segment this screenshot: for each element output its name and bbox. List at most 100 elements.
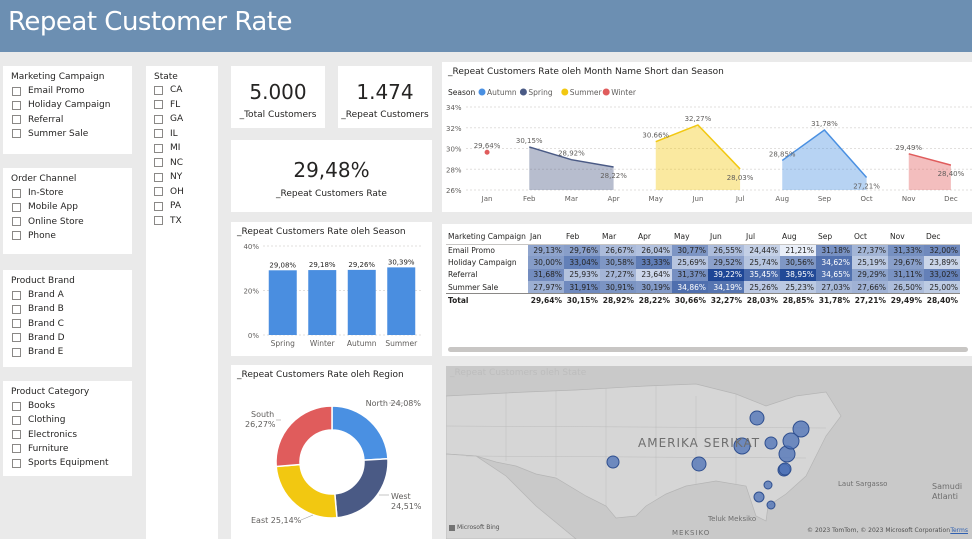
checkbox-icon[interactable] — [12, 304, 21, 314]
checkbox-icon[interactable] — [154, 129, 163, 138]
checkbox-icon[interactable] — [12, 231, 21, 241]
checkbox-icon[interactable] — [154, 114, 163, 124]
slicer-option[interactable]: Holiday Campaign — [12, 100, 110, 110]
state-map[interactable]: _Repeat Customers oleh State AMERIKA SER… — [446, 366, 972, 539]
slicer-option[interactable]: PA — [154, 201, 181, 211]
slicer-option[interactable]: Brand C — [12, 319, 64, 329]
slicer-option[interactable]: CA — [154, 85, 182, 95]
legend-item[interactable]: Winter — [611, 88, 637, 97]
slicer-option[interactable]: Summer Sale — [12, 129, 88, 139]
checkbox-icon[interactable] — [12, 290, 21, 300]
matrix-row[interactable]: Email Promo 29,13% 29,76% 26,67% 26,04% 30,77… — [446, 244, 960, 257]
slicer-option[interactable]: Sports Equipment — [12, 458, 109, 468]
slicer-option[interactable]: Mobile App — [12, 202, 78, 212]
bing-logo: Microsoft Bing — [449, 524, 500, 531]
x-tick-label: Oct — [861, 195, 873, 203]
matrix-row[interactable]: Referral 31,68% 25,93% 27,27% 23,64% 31,37% 39… — [446, 268, 960, 282]
matrix-column-header[interactable]: Sep — [816, 230, 852, 245]
slicer-option[interactable]: OH — [154, 187, 184, 197]
checkbox-icon[interactable] — [12, 458, 21, 468]
matrix-column-header[interactable]: May — [672, 230, 708, 245]
matrix-column-header[interactable]: Nov — [888, 230, 924, 245]
bar[interactable] — [308, 270, 337, 335]
matrix-column-header[interactable]: Mar — [600, 230, 636, 245]
map-terms-link[interactable]: Terms — [950, 527, 968, 534]
slicer-option[interactable]: Referral — [12, 115, 63, 125]
matrix-column-header[interactable]: Oct — [852, 230, 888, 245]
slicer-option[interactable]: MI — [154, 143, 180, 153]
matrix-cell: 27,66% — [852, 281, 888, 294]
slicer-option[interactable]: Brand B — [12, 304, 64, 314]
checkbox-icon[interactable] — [154, 143, 163, 153]
donut-slice[interactable] — [334, 457, 389, 519]
matrix-column-header[interactable]: Marketing Campaign — [446, 230, 528, 245]
checkbox-icon[interactable] — [12, 202, 21, 212]
matrix-column-header[interactable]: Jun — [708, 230, 744, 245]
matrix-column-header[interactable]: Apr — [636, 230, 672, 245]
bar[interactable] — [347, 269, 376, 335]
checkbox-icon[interactable] — [154, 216, 163, 225]
checkbox-icon[interactable] — [154, 201, 163, 211]
slicer-option[interactable]: Brand D — [12, 333, 65, 343]
slicer-option[interactable]: Furniture — [12, 444, 68, 454]
slicer-option[interactable]: IL — [154, 129, 178, 139]
legend-item[interactable]: Autumn — [487, 88, 517, 97]
slicer-option[interactable]: GA — [154, 114, 183, 124]
matrix-row[interactable]: Summer Sale 27,97% 31,91% 30,91% 30,19% 34,86… — [446, 281, 960, 294]
series-area[interactable] — [782, 130, 867, 190]
checkbox-icon[interactable] — [12, 444, 21, 454]
checkbox-icon[interactable] — [12, 129, 21, 139]
checkbox-icon[interactable] — [12, 319, 21, 329]
matrix-column-header[interactable]: Jan — [528, 230, 564, 245]
checkbox-icon[interactable] — [12, 86, 21, 96]
donut-slice[interactable] — [275, 463, 338, 519]
checkbox-icon[interactable] — [12, 401, 21, 411]
slicer-option[interactable]: Electronics — [12, 430, 77, 440]
checkbox-icon[interactable] — [154, 85, 163, 95]
bar[interactable] — [387, 267, 416, 335]
slicer-option[interactable]: FL — [154, 100, 180, 110]
horizontal-scrollbar[interactable] — [448, 347, 968, 352]
matrix-total-row: Total 29,64% 30,15% 28,92% 28,22% 30,66% 32,27… — [446, 293, 960, 306]
checkbox-icon[interactable] — [154, 158, 163, 167]
matrix-column-header[interactable]: Feb — [564, 230, 600, 245]
checkbox-icon[interactable] — [12, 430, 21, 440]
slicer-option[interactable]: Email Promo — [12, 86, 84, 96]
checkbox-icon[interactable] — [12, 100, 21, 110]
slicer-option[interactable]: Books — [12, 401, 55, 411]
slicer-option[interactable]: Online Store — [12, 217, 84, 227]
slicer-title: Marketing Campaign — [11, 72, 105, 82]
matrix-column-header[interactable]: Aug — [780, 230, 816, 245]
checkbox-icon[interactable] — [12, 217, 21, 227]
legend-marker — [602, 88, 610, 96]
matrix-row[interactable]: Holiday Campaign 30,00% 33,04% 30,58% 33,33%… — [446, 256, 960, 269]
slicer-option[interactable]: Phone — [12, 231, 56, 241]
checkbox-icon[interactable] — [12, 347, 21, 357]
slicer-option[interactable]: NC — [154, 158, 183, 168]
checkbox-icon[interactable] — [12, 333, 21, 343]
matrix-column-header[interactable]: Jul — [744, 230, 780, 245]
bar[interactable] — [268, 270, 297, 335]
slicer-option[interactable]: Clothing — [12, 415, 65, 425]
slicer-option[interactable]: Brand A — [12, 290, 64, 300]
legend-item[interactable]: Summer — [570, 88, 603, 97]
donut-slice[interactable] — [275, 405, 333, 468]
slicer-option[interactable]: In-Store — [12, 188, 63, 198]
donut-slice[interactable] — [331, 405, 389, 461]
slicer-option-label: Brand D — [28, 332, 65, 343]
slicer-option[interactable]: NY — [154, 172, 182, 182]
checkbox-icon[interactable] — [154, 100, 163, 109]
slicer-option[interactable]: TX — [154, 216, 182, 226]
matrix-column-header[interactable]: Dec — [924, 230, 960, 245]
checkbox-icon[interactable] — [12, 415, 21, 425]
slicer-option[interactable]: Brand E — [12, 347, 63, 357]
legend-item[interactable]: Spring — [528, 88, 552, 97]
checkbox-icon[interactable] — [154, 187, 163, 196]
data-label: 28,92% — [558, 150, 585, 158]
checkbox-icon[interactable] — [154, 172, 163, 182]
slicer-title: State — [154, 72, 178, 82]
x-tick-label: May — [649, 195, 663, 203]
checkbox-icon[interactable] — [12, 188, 21, 198]
checkbox-icon[interactable] — [12, 115, 21, 125]
data-point[interactable] — [484, 149, 490, 155]
